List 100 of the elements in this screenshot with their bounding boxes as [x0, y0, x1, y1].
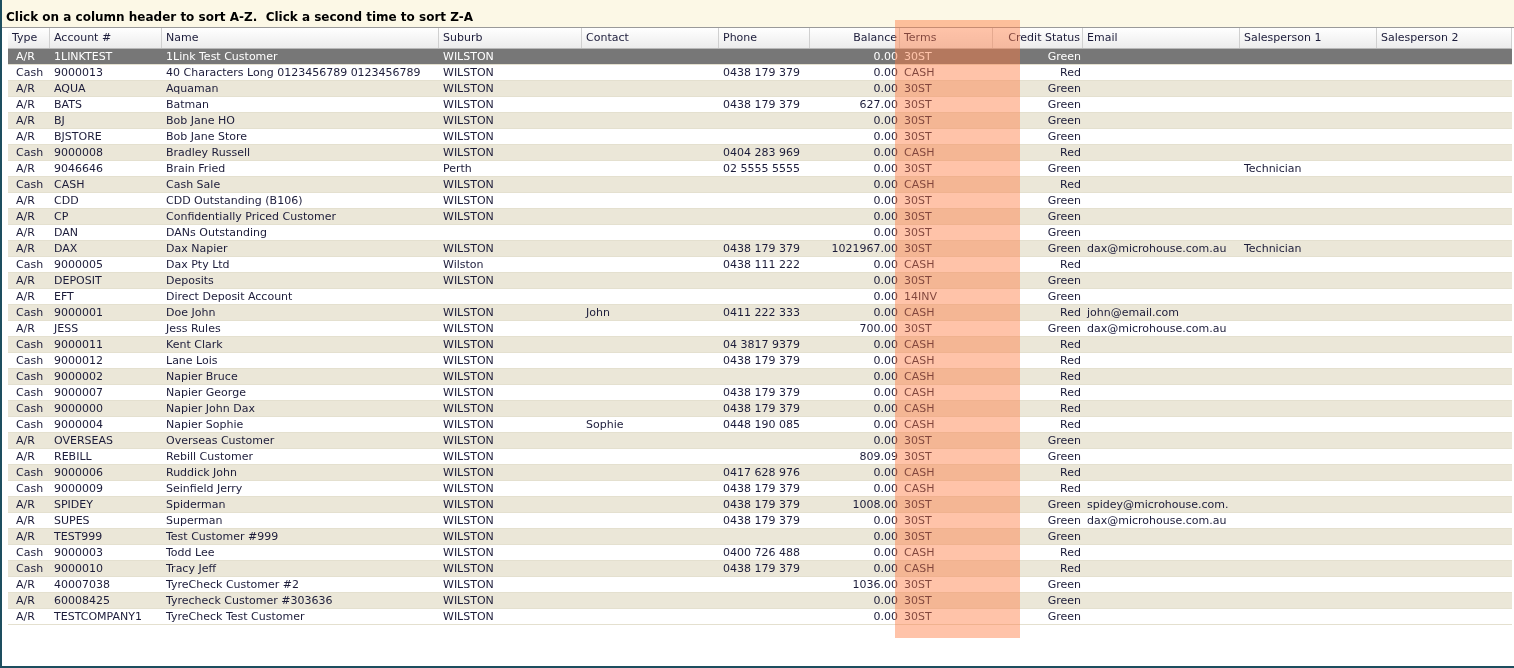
table-row[interactable]: A/R 60008425 Tyrecheck Customer #303636 WILSTON 0.00 30ST Green [8, 593, 1512, 609]
table-row[interactable]: A/R BATS Batman WILSTON 0438 179 379 627.00 30ST Green [8, 97, 1512, 113]
table-row[interactable]: Cash 9000006 Ruddick John WILSTON 0417 628 976 0.00 CASH Red [8, 465, 1512, 481]
table-row[interactable]: Cash 9000001 Doe John WILSTON John 0411 222 333 0.00 CASH Red john@email.com [8, 305, 1512, 321]
table-row[interactable]: A/R SUPES Superman WILSTON 0438 179 379 0.00 30ST Green dax@microhouse.com.au [8, 513, 1512, 529]
table-cell: WILSTON [443, 592, 494, 609]
table-cell: 0.00 [873, 352, 898, 369]
table-row[interactable]: A/R REBILL Rebill Customer WILSTON 809.09 30ST Green [8, 449, 1512, 465]
table-cell: 0.00 [873, 176, 898, 193]
table-row[interactable]: Cash 9000004 Napier Sophie WILSTON Sophie 0448 190 085 0.00 CASH Red [8, 417, 1512, 433]
table-cell: 30ST [904, 592, 932, 609]
table-row[interactable]: A/R BJ Bob Jane HO WILSTON 0.00 30ST Green [8, 113, 1512, 129]
table-cell: Red [1060, 144, 1081, 161]
table-cell: Lane Lois [166, 352, 218, 369]
table-cell: A/R [16, 592, 35, 609]
column-header[interactable]: Name [162, 28, 439, 48]
table-cell: WILSTON [443, 64, 494, 81]
table-cell: spidey@microhouse.com. [1087, 496, 1229, 513]
table-cell: 0.00 [873, 64, 898, 81]
column-header[interactable]: Salesperson 2 [1377, 28, 1512, 48]
table-row[interactable]: A/R EFT Direct Deposit Account 0.00 14INV Green [8, 289, 1512, 305]
table-row[interactable]: A/R 9046646 Brain Fried Perth 02 5555 5555 0.00 30ST Green Technician [8, 161, 1512, 177]
table-row[interactable]: A/R AQUA Aquaman WILSTON 0.00 30ST Green [8, 81, 1512, 97]
table-cell: Green [1047, 448, 1081, 465]
table-cell: Seinfield Jerry [166, 480, 243, 497]
table-row[interactable]: A/R BJSTORE Bob Jane Store WILSTON 0.00 30ST Green [8, 129, 1512, 145]
table-cell: 04 3817 9379 [723, 336, 800, 353]
table-cell: 0438 179 379 [723, 560, 800, 577]
column-header[interactable]: Type [8, 28, 50, 48]
table-row[interactable]: A/R OVERSEAS Overseas Customer WILSTON 0.00 30ST Green [8, 433, 1512, 449]
table-row[interactable]: Cash 9000007 Napier George WILSTON 0438 179 379 0.00 CASH Red [8, 385, 1512, 401]
column-header[interactable]: Salesperson 1 [1240, 28, 1377, 48]
table-cell: A/R [16, 512, 35, 529]
table-row[interactable]: A/R CDD CDD Outstanding (B106) WILSTON 0.00 30ST Green [8, 193, 1512, 209]
table-row[interactable]: Cash 9000010 Tracy Jeff WILSTON 0438 179 379 0.00 CASH Red [8, 561, 1512, 577]
table-cell: 30ST [904, 48, 932, 65]
table-row[interactable]: Cash 9000005 Dax Pty Ltd Wilston 0438 111 222 0.00 CASH Red [8, 257, 1512, 273]
column-header[interactable]: Phone [719, 28, 810, 48]
table-row[interactable]: A/R TESTCOMPANY1 TyreCheck Test Customer WILSTON 0.00 30ST Green [8, 609, 1512, 625]
table-cell: A/R [16, 112, 35, 129]
table-cell: Green [1047, 48, 1081, 65]
table-cell: 9000010 [54, 560, 103, 577]
table-row[interactable]: A/R CP Confidentially Priced Customer WILSTON 0.00 30ST Green [8, 209, 1512, 225]
table-cell: Bradley Russell [166, 144, 251, 161]
column-header[interactable]: Terms [900, 28, 993, 48]
table-row[interactable]: A/R 40007038 TyreCheck Customer #2 WILSTON 1036.00 30ST Green [8, 577, 1512, 593]
table-cell: 1036.00 [852, 576, 898, 593]
table-cell: 0.00 [873, 192, 898, 209]
column-header[interactable]: Balance [810, 28, 900, 48]
table-cell: 0.00 [873, 304, 898, 321]
table-cell: CASH [904, 544, 935, 561]
table-cell: TyreCheck Test Customer [166, 608, 305, 625]
table-row[interactable]: Cash 9000008 Bradley Russell WILSTON 0404 283 969 0.00 CASH Red [8, 145, 1512, 161]
table-cell: DAN [54, 224, 79, 241]
table-cell: WILSTON [443, 384, 494, 401]
table-row[interactable]: A/R TEST999 Test Customer #999 WILSTON 0.00 30ST Green [8, 529, 1512, 545]
table-cell: Brain Fried [166, 160, 226, 177]
table-cell: 0417 628 976 [723, 464, 800, 481]
column-header[interactable]: Email [1083, 28, 1240, 48]
table-cell: 0.00 [873, 528, 898, 545]
table-row[interactable]: Cash 9000011 Kent Clark WILSTON 04 3817 9379 0.00 CASH Red [8, 337, 1512, 353]
table-cell: Cash [16, 416, 44, 433]
table-cell: Red [1060, 336, 1081, 353]
table-cell: Red [1060, 176, 1081, 193]
table-row[interactable]: A/R DAN DANs Outstanding 0.00 30ST Green [8, 225, 1512, 241]
table-cell: 0438 179 379 [723, 64, 800, 81]
column-header[interactable]: Suburb [439, 28, 582, 48]
table-cell: Cash [16, 368, 44, 385]
table-row[interactable]: A/R 1LINKTEST 1Link Test Customer WILSTON 0.00 30ST Green [8, 49, 1512, 65]
table-row[interactable]: A/R DEPOSIT Deposits WILSTON 0.00 30ST Green [8, 273, 1512, 289]
table-row[interactable]: Cash 9000003 Todd Lee WILSTON 0400 726 488 0.00 CASH Red [8, 545, 1512, 561]
table-row[interactable]: Cash CASH Cash Sale WILSTON 0.00 CASH Red [8, 177, 1512, 193]
table-row[interactable]: A/R SPIDEY Spiderman WILSTON 0438 179 379 1008.00 30ST Green spidey@microhouse.com. [8, 497, 1512, 513]
table-cell: Red [1060, 384, 1081, 401]
table-cell: 30ST [904, 448, 932, 465]
table-cell: Overseas Customer [166, 432, 275, 449]
table-cell: Cash [16, 560, 44, 577]
table-row[interactable]: A/R JESS Jess Rules WILSTON 700.00 30ST Green dax@microhouse.com.au [8, 321, 1512, 337]
table-cell: 1008.00 [852, 496, 898, 513]
table-row[interactable]: Cash 9000009 Seinfield Jerry WILSTON 0438 179 379 0.00 CASH Red [8, 481, 1512, 497]
table-row[interactable]: Cash 9000002 Napier Bruce WILSTON 0.00 CASH Red [8, 369, 1512, 385]
table-cell: Cash [16, 64, 44, 81]
column-header[interactable]: Credit Status [993, 28, 1083, 48]
table-cell: 30ST [904, 80, 932, 97]
table-cell: WILSTON [443, 128, 494, 145]
table-cell: 0.00 [873, 272, 898, 289]
column-header[interactable]: Contact [582, 28, 719, 48]
table-row[interactable]: Cash 9000013 40 Characters Long 0123456789 0123456789 WILSTON 0438 179 379 0.00 CASH Red [8, 65, 1512, 81]
column-header[interactable]: Account # [50, 28, 162, 48]
table-row[interactable]: A/R DAX Dax Napier WILSTON 0438 179 379 1021967.00 30ST Green dax@microhouse.com.au Technician [8, 241, 1512, 257]
table-cell: A/R [16, 528, 35, 545]
table-cell: WILSTON [443, 464, 494, 481]
table-cell: DANs Outstanding [166, 224, 267, 241]
table-cell: 0.00 [873, 608, 898, 625]
table-cell: WILSTON [443, 560, 494, 577]
table-cell: A/R [16, 608, 35, 625]
table-cell: A/R [16, 576, 35, 593]
table-row[interactable]: Cash 9000012 Lane Lois WILSTON 0438 179 379 0.00 CASH Red [8, 353, 1512, 369]
table-cell: Dax Pty Ltd [166, 256, 230, 273]
table-row[interactable]: Cash 9000000 Napier John Dax WILSTON 0438 179 379 0.00 CASH Red [8, 401, 1512, 417]
